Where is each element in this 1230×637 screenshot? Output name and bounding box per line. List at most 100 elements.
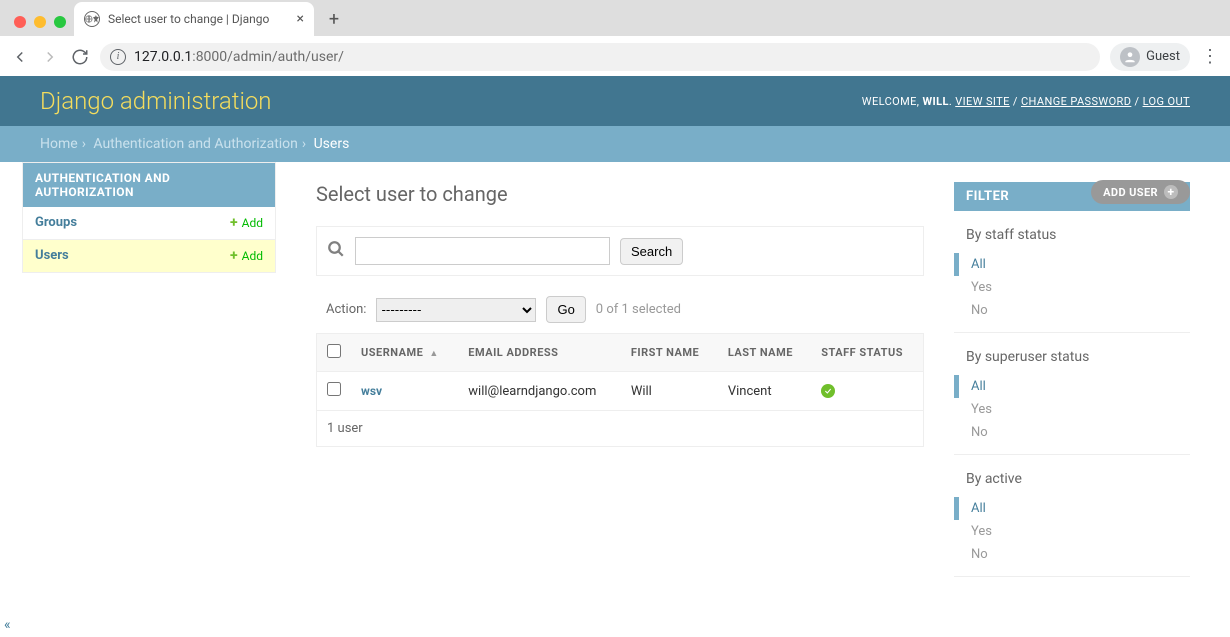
filter-option: Yes (954, 520, 1190, 543)
go-button[interactable]: Go (546, 296, 585, 323)
action-label: Action: (326, 302, 366, 317)
actions-bar: Action: --------- Go 0 of 1 selected (316, 286, 924, 333)
user-links: WELCOME, WILL. VIEW SITE / CHANGE PASSWO… (862, 95, 1190, 108)
sidebar-model-link[interactable]: Groups (35, 215, 77, 231)
table-row: wsv will@learndjango.comWillVincent (317, 372, 924, 411)
back-button[interactable] (10, 47, 30, 67)
view-site-link[interactable]: VIEW SITE (955, 95, 1010, 108)
filter-option: No (954, 299, 1190, 322)
content: Select user to change Search Action: ---… (316, 182, 924, 577)
search-input[interactable] (355, 237, 610, 265)
filter-group: By active All Yes No (954, 455, 1190, 577)
row-checkbox[interactable] (327, 382, 341, 396)
sidebar-module: AUTHENTICATION AND AUTHORIZATION Groups +… (22, 162, 276, 273)
tab-close-icon[interactable]: × (297, 11, 304, 27)
filter-option-link[interactable]: No (971, 547, 988, 562)
site-info-icon[interactable]: i (110, 49, 126, 65)
filter-option: No (954, 543, 1190, 566)
filter-option: All (954, 497, 1190, 520)
breadcrumb-current: Users (314, 136, 350, 152)
plus-icon: + (230, 215, 238, 231)
site-brand[interactable]: Django administration (40, 87, 272, 115)
search-button[interactable]: Search (620, 238, 683, 265)
results-table: Username▲ Email address First name Last … (316, 333, 924, 411)
filter-option-link[interactable]: Yes (971, 280, 992, 295)
avatar-icon (1120, 47, 1140, 67)
logout-link[interactable]: LOG OUT (1143, 95, 1190, 108)
browser-menu-button[interactable]: ⋮ (1200, 46, 1220, 67)
plus-icon: + (1164, 185, 1178, 199)
window-zoom-button[interactable] (54, 16, 66, 28)
welcome-text: WELCOME, (862, 95, 923, 108)
filter-option: All (954, 253, 1190, 276)
window-minimize-button[interactable] (34, 16, 46, 28)
profile-label: Guest (1146, 49, 1180, 64)
traffic-lights (14, 16, 66, 28)
cell-first-name: Will (621, 372, 718, 411)
select-all-header (317, 334, 352, 372)
sidebar-section-title[interactable]: AUTHENTICATION AND AUTHORIZATION (23, 163, 275, 207)
filter-option: Yes (954, 398, 1190, 421)
breadcrumb: Home› Authentication and Authorization› … (0, 126, 1230, 162)
cell-last-name: Vincent (718, 372, 811, 411)
tab-title: Select user to change | Django (108, 12, 289, 26)
filter-option: No (954, 421, 1190, 444)
change-password-link[interactable]: CHANGE PASSWORD (1021, 95, 1131, 108)
breadcrumb-app[interactable]: Authentication and Authorization (93, 136, 298, 152)
add-user-button[interactable]: ADD USER + (1091, 180, 1190, 204)
cell-email: will@learndjango.com (458, 372, 621, 411)
filter-panel: FILTER By staff statusAllYesNoBy superus… (954, 182, 1190, 577)
sidebar-add-link[interactable]: + Add (230, 248, 263, 264)
breadcrumb-home[interactable]: Home (40, 136, 78, 152)
forward-button[interactable] (40, 47, 60, 67)
window-close-button[interactable] (14, 16, 26, 28)
filter-option-link[interactable]: No (971, 425, 988, 440)
col-first-name[interactable]: First name (621, 334, 718, 372)
url-bar[interactable]: i 127.0.0.1:8000/admin/auth/user/ (100, 43, 1100, 71)
col-username[interactable]: Username▲ (351, 334, 458, 372)
filter-option: Yes (954, 276, 1190, 299)
action-select[interactable]: --------- (376, 298, 536, 322)
filter-option-link[interactable]: All (971, 501, 986, 516)
filter-group-label: By staff status (954, 221, 1190, 253)
filter-group: By superuser status All Yes No (954, 333, 1190, 455)
search-toolbar: Search (316, 226, 924, 276)
reload-button[interactable] (70, 47, 90, 67)
filter-option-link[interactable]: Yes (971, 524, 992, 539)
profile-chip[interactable]: Guest (1110, 43, 1190, 71)
col-last-name[interactable]: Last name (718, 334, 811, 372)
current-user: WILL (922, 95, 948, 108)
sidebar-add-link[interactable]: + Add (230, 215, 263, 231)
filter-option-link[interactable]: No (971, 303, 988, 318)
sort-asc-icon: ▲ (429, 349, 438, 359)
check-icon (821, 384, 835, 398)
col-staff[interactable]: Staff status (811, 334, 923, 372)
address-bar: i 127.0.0.1:8000/admin/auth/user/ Guest … (0, 36, 1230, 76)
url-text: 127.0.0.1:8000/admin/auth/user/ (134, 49, 344, 65)
filter-option-link[interactable]: All (971, 379, 986, 394)
page-title: Select user to change (316, 182, 924, 206)
tab-strip: Select user to change | Django × + (0, 0, 1230, 36)
globe-icon (84, 11, 100, 27)
plus-icon: + (230, 248, 238, 264)
filter-group-label: By superuser status (954, 343, 1190, 375)
select-all-checkbox[interactable] (327, 344, 341, 358)
django-header: Django administration WELCOME, WILL. VIE… (0, 76, 1230, 126)
cell-staff (811, 372, 923, 411)
add-user-label: ADD USER (1103, 186, 1158, 199)
filter-option-link[interactable]: Yes (971, 402, 992, 417)
toggle-nav-button[interactable]: « (4, 617, 11, 633)
sidebar-item-groups: Groups + Add (23, 207, 275, 239)
selection-counter: 0 of 1 selected (596, 302, 681, 317)
filter-group: By staff status All Yes No (954, 211, 1190, 333)
sidebar-model-link[interactable]: Users (35, 248, 69, 264)
paginator: 1 user (316, 411, 924, 447)
filter-group-label: By active (954, 465, 1190, 497)
filter-option: All (954, 375, 1190, 398)
object-tools: ADD USER + (1091, 180, 1190, 204)
col-email[interactable]: Email address (458, 334, 621, 372)
browser-tab[interactable]: Select user to change | Django × (74, 2, 314, 36)
new-tab-button[interactable]: + (320, 5, 348, 33)
username-link[interactable]: wsv (361, 384, 382, 398)
filter-option-link[interactable]: All (971, 257, 986, 272)
